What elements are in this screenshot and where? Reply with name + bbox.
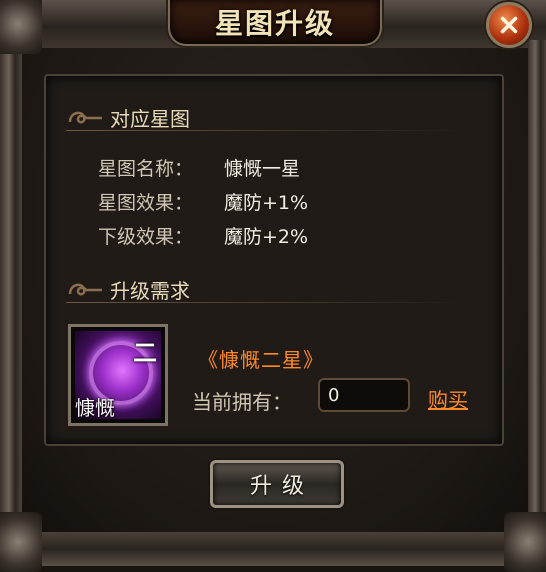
owned-label: 当前拥有：	[192, 390, 292, 414]
close-icon	[500, 16, 518, 34]
item-name: 慷慨	[75, 396, 115, 420]
chart-effect-row: 星图效果： 魔防+1%	[98, 188, 308, 215]
field-label: 下级效果：	[98, 226, 194, 248]
upgrade-button-label: 升级	[249, 474, 314, 499]
required-item-name[interactable]: 《慷慨二星》	[198, 344, 324, 373]
section-divider	[66, 302, 466, 303]
section-heading: 升级需求	[110, 278, 190, 303]
dialog-right-border	[528, 40, 546, 536]
dialog-bottom-border	[0, 532, 546, 566]
upgrade-button[interactable]: 升级	[210, 460, 344, 508]
corner-ornament	[504, 512, 546, 572]
swirl-ornament-icon	[68, 111, 102, 124]
chart-name-row: 星图名称： 慷慨一星	[98, 154, 300, 181]
section-requirements: 升级需求	[66, 274, 466, 304]
dialog-title: 星图升级	[214, 7, 335, 40]
swirl-ornament-icon	[68, 283, 102, 296]
item-grade: 二	[133, 339, 157, 367]
owned-count-field[interactable]	[318, 378, 410, 412]
required-item-slot[interactable]: 二 慷慨	[68, 324, 168, 426]
field-value: 魔防+2%	[224, 226, 309, 248]
field-label: 星图效果：	[98, 192, 194, 214]
buy-link[interactable]: 购买	[428, 384, 468, 413]
field-label: 星图名称：	[98, 158, 194, 180]
section-heading: 对应星图	[110, 106, 190, 131]
upgrade-dialog: 星图升级 对应星图 星图名称： 慷慨一星 星图效果： 魔防+1% 下级效果： 魔…	[0, 0, 546, 572]
field-value: 慷慨一星	[224, 158, 301, 180]
corner-ornament	[0, 512, 42, 572]
dialog-left-border	[0, 40, 22, 536]
corner-ornament	[0, 0, 42, 54]
next-level-effect-row: 下级效果： 魔防+2%	[98, 222, 308, 249]
title-plate: 星图升级	[168, 0, 382, 46]
section-current-chart: 对应星图	[66, 102, 466, 132]
close-button[interactable]	[486, 2, 532, 48]
section-divider	[66, 130, 466, 131]
field-value: 魔防+1%	[224, 192, 309, 214]
content-panel: 对应星图 星图名称： 慷慨一星 星图效果： 魔防+1% 下级效果： 魔防+2% …	[44, 74, 504, 446]
